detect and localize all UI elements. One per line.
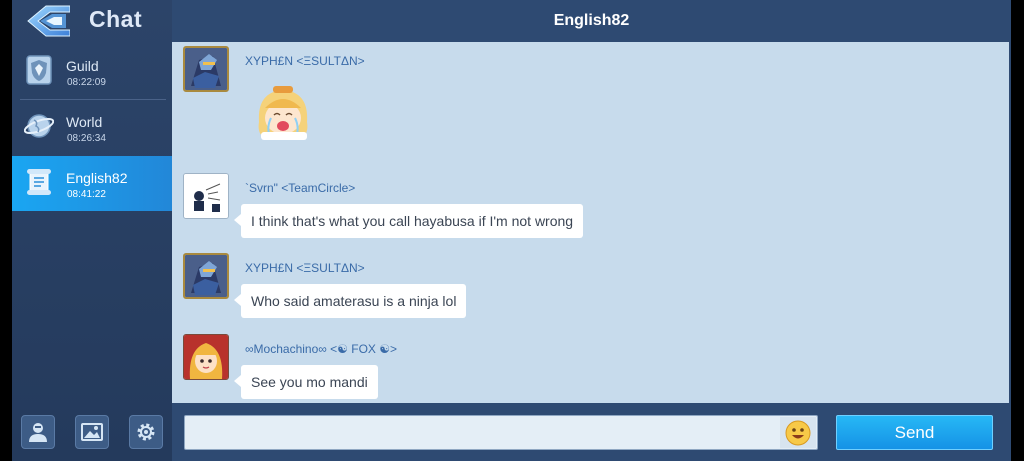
sender-name[interactable]: XYPH£N <ΞSULTΔN> xyxy=(245,54,365,68)
crying-girl-sticker xyxy=(258,86,308,140)
avatar[interactable] xyxy=(183,334,229,380)
channel-title: English82 xyxy=(553,12,630,29)
back-arrow-icon[interactable] xyxy=(26,4,70,38)
avatar-fox-girl-icon xyxy=(184,335,228,379)
sender-name[interactable]: `Svrn" <TeamCircle> xyxy=(245,181,355,195)
channel-english82[interactable]: English82 08:41:22 xyxy=(12,156,172,211)
avatar[interactable] xyxy=(183,173,229,219)
channel-guild[interactable]: Guild 08:22:09 xyxy=(12,44,172,99)
image-button[interactable] xyxy=(75,415,109,449)
chat-input[interactable] xyxy=(184,415,818,450)
world-globe-icon xyxy=(24,114,54,138)
smiley-icon xyxy=(785,420,811,445)
channel-time: 08:22:09 xyxy=(67,77,106,88)
input-bar: Send xyxy=(172,403,1011,461)
message-bubble: I think that's what you call hayabusa if… xyxy=(233,204,584,238)
send-button[interactable]: Send xyxy=(836,415,993,450)
guild-shield-icon xyxy=(26,55,52,85)
chat-app: Chat Guild 08:22:09 World 08:26:34 Engli… xyxy=(12,0,1011,461)
friends-icon xyxy=(29,423,47,442)
message-bubble: See you mo mandi xyxy=(234,365,378,399)
avatar-knight-icon xyxy=(185,48,227,90)
channel-name: World xyxy=(66,114,103,130)
message-list: XYPH£N <ΞSULTΔN> `Svrn" <TeamCircle> I t… xyxy=(172,42,1009,403)
friends-button[interactable] xyxy=(21,415,55,449)
settings-button[interactable] xyxy=(129,415,163,449)
scroll-icon xyxy=(27,169,51,195)
sender-name[interactable]: ∞Mochachino∞ <☯ FOX ☯> xyxy=(245,342,397,356)
avatar[interactable] xyxy=(183,46,229,92)
channel-name: English82 xyxy=(66,170,128,186)
avatar-sketch-icon xyxy=(184,174,228,218)
channel-sidebar: Chat Guild 08:22:09 World 08:26:34 Engli… xyxy=(12,0,172,461)
channel-world[interactable]: World 08:26:34 xyxy=(12,100,172,155)
chat-title: Chat xyxy=(89,6,143,32)
gear-icon xyxy=(137,423,155,441)
image-icon xyxy=(81,423,103,441)
avatar[interactable] xyxy=(183,253,229,299)
sender-name[interactable]: XYPH£N <ΞSULTΔN> xyxy=(245,261,365,275)
channel-time: 08:41:22 xyxy=(67,189,106,200)
avatar-knight-icon xyxy=(185,255,227,297)
back-header[interactable]: Chat xyxy=(12,0,172,42)
emoji-button[interactable] xyxy=(780,417,816,448)
message-bubble: Who said amaterasu is a ninja lol xyxy=(233,284,467,318)
channel-name: Guild xyxy=(66,58,99,74)
channel-time: 08:26:34 xyxy=(67,133,106,144)
